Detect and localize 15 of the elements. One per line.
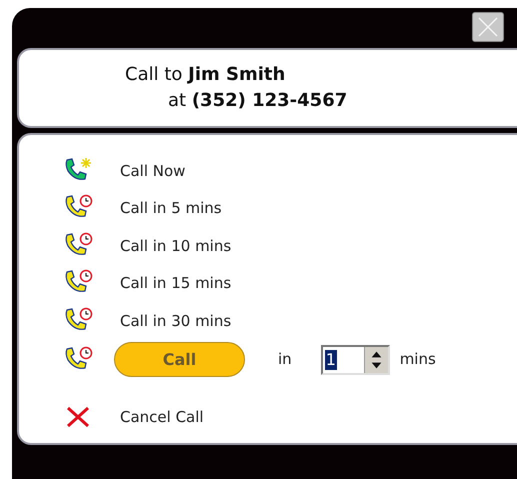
close-button[interactable] [472,12,504,42]
in-label: in [278,349,292,370]
call-button[interactable]: Call [114,342,245,377]
phone-number: at (352) 123-4567 [167,89,348,113]
minutes-value: 1 [324,350,337,370]
cancel-call-button[interactable]: Cancel Call [120,406,204,428]
close-icon [477,16,499,38]
unit-label: mins [400,349,436,370]
call-option[interactable]: Call in 10 mins [120,234,232,257]
minutes-spinner[interactable]: 1 [320,344,390,374]
call-option[interactable]: Call in 15 mins [120,272,232,294]
recipient-name: Call to Jim Smith [125,63,286,87]
call-option[interactable]: Call in 30 mins [120,310,232,332]
call-option[interactable]: Call Now [120,160,186,182]
call-option[interactable]: Call in 5 mins [120,197,222,220]
